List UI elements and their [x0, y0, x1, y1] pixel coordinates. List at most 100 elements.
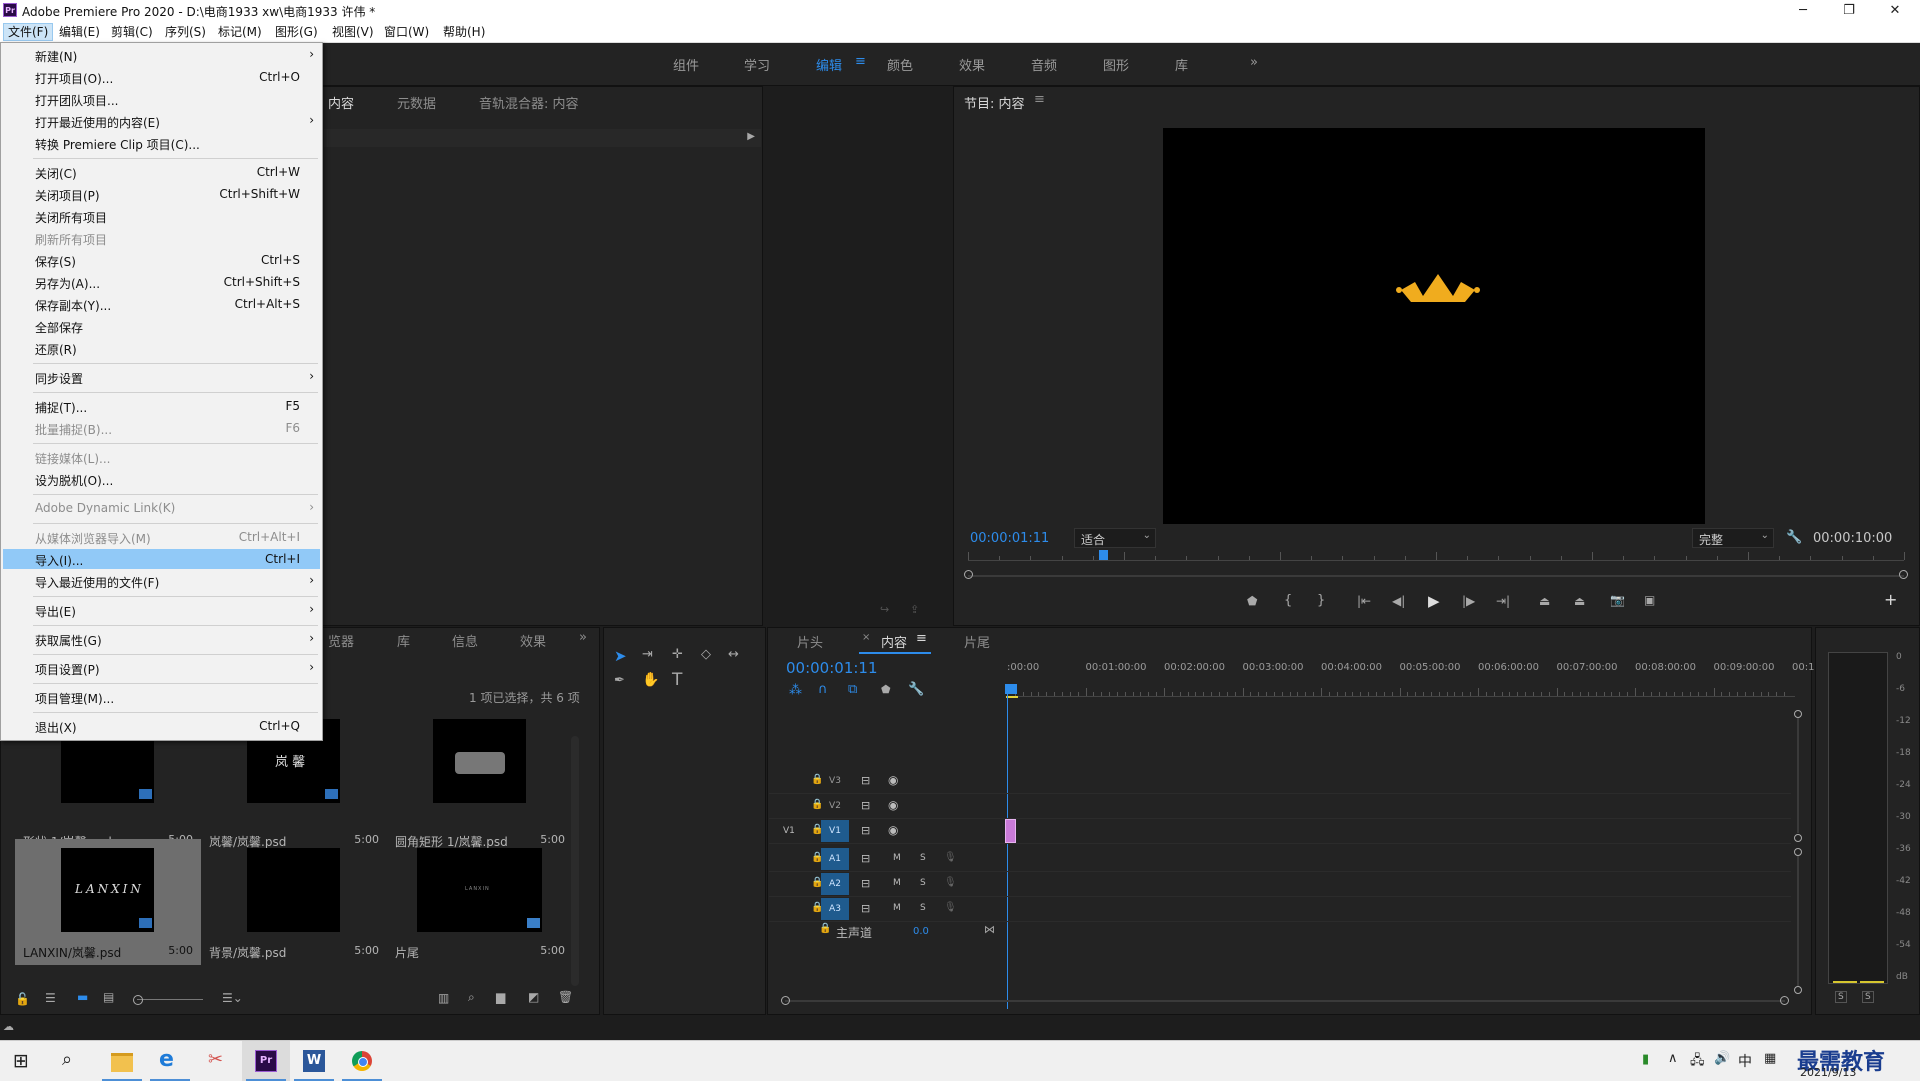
file-menu-item[interactable]: 设为脱机(O)...: [3, 469, 320, 489]
sync-lock-icon[interactable]: ⊟: [861, 824, 870, 837]
track-target[interactable]: V3: [821, 770, 849, 792]
mute-button[interactable]: M: [893, 903, 901, 913]
file-menu-item[interactable]: Adobe Dynamic Link(K) ›: [3, 498, 320, 518]
file-menu-item[interactable]: 同步设置 ›: [3, 367, 320, 387]
program-playhead[interactable]: [1098, 550, 1108, 560]
scroll-handle[interactable]: [1794, 848, 1802, 856]
workspace-menu-icon[interactable]: ≡: [855, 54, 866, 69]
microphone-icon[interactable]: 🎙: [944, 877, 957, 888]
sync-lock-icon[interactable]: ⊟: [861, 852, 870, 865]
go-to-in-icon[interactable]: |⇤: [1357, 594, 1371, 608]
quality-dropdown[interactable]: 完整 ⌄: [1692, 528, 1774, 548]
sync-lock-icon[interactable]: ⊟: [861, 902, 870, 915]
sync-lock-icon[interactable]: ⊟: [861, 774, 870, 787]
timeline-vertical-scroll[interactable]: [1794, 710, 1802, 1010]
scroll-handle[interactable]: [1794, 834, 1802, 842]
master-volume-value[interactable]: 0.0: [913, 926, 929, 937]
snipping-tool-icon[interactable]: ✂: [194, 1041, 242, 1081]
file-menu-item[interactable]: 导入(I)... Ctrl+I: [3, 549, 320, 569]
tab-close-icon[interactable]: ×: [862, 632, 870, 643]
edge-icon[interactable]: e: [146, 1041, 194, 1081]
add-button-icon[interactable]: +: [1884, 590, 1897, 609]
file-menu-item[interactable]: 还原(R): [3, 338, 320, 358]
type-tool-icon[interactable]: T: [672, 670, 682, 690]
solo-left-button[interactable]: S: [1835, 991, 1847, 1003]
tab-libraries[interactable]: 库: [397, 631, 410, 650]
menu-graphics[interactable]: 图形(G): [271, 24, 322, 40]
new-item-icon[interactable]: ◩: [528, 990, 539, 1004]
source-patch[interactable]: V1: [783, 826, 795, 836]
workspace-libraries[interactable]: 库: [1175, 55, 1188, 74]
wrench-icon[interactable]: 🔧: [1786, 530, 1802, 545]
icon-view-icon[interactable]: ▬: [77, 990, 88, 1004]
file-menu-item[interactable]: 导出(E) ›: [3, 600, 320, 620]
tab-audio-track-mixer[interactable]: 音轨混合器: 内容: [479, 93, 579, 112]
tab-media-browser[interactable]: 览器: [328, 631, 354, 650]
selection-tool-icon[interactable]: ➤: [614, 647, 627, 665]
trash-icon[interactable]: 🗑: [558, 990, 573, 1004]
mark-out-icon[interactable]: }: [1317, 593, 1325, 608]
program-time-ruler[interactable]: [968, 550, 1905, 564]
file-explorer-icon[interactable]: [98, 1041, 146, 1081]
file-menu-item[interactable]: 保存副本(Y)... Ctrl+Alt+S: [3, 294, 320, 314]
file-menu-item[interactable]: 退出(X) Ctrl+Q: [3, 716, 320, 736]
mark-in-icon[interactable]: {: [1284, 593, 1292, 608]
source-insert-icon[interactable]: ↪: [880, 603, 889, 616]
menu-view[interactable]: 视图(V): [328, 24, 378, 40]
add-marker-icon[interactable]: ⬟: [881, 683, 891, 696]
zoom-scrollbar[interactable]: [964, 570, 1908, 579]
track-target[interactable]: A3: [821, 898, 849, 920]
premiere-taskbar-icon[interactable]: Pr: [242, 1041, 290, 1081]
workspace-editing[interactable]: 编辑: [816, 55, 842, 74]
workspace-assembly[interactable]: 组件: [673, 55, 699, 74]
menu-window[interactable]: 窗口(W): [380, 24, 433, 40]
menu-help[interactable]: 帮助(H): [439, 24, 489, 40]
project-item-selected[interactable]: LANXIN LANXIN/岚馨.psd 5:00: [15, 839, 201, 965]
menu-file[interactable]: 文件(F): [3, 23, 54, 41]
extract-icon[interactable]: ⏏: [1574, 594, 1585, 608]
panel-expand-icon[interactable]: ▶: [747, 131, 755, 142]
lock-icon[interactable]: 🔓: [15, 992, 30, 1006]
track-target[interactable]: V1: [821, 820, 849, 842]
project-item[interactable]: LANXIN 片尾 5:00: [387, 848, 573, 984]
source-export-icon[interactable]: ⇪: [910, 603, 919, 616]
network-icon[interactable]: 🖧: [1690, 1051, 1705, 1073]
workspace-effects[interactable]: 效果: [959, 55, 985, 74]
snap-icon[interactable]: ∩: [818, 682, 828, 697]
play-icon[interactable]: ▶: [1428, 592, 1440, 610]
step-back-icon[interactable]: ◀|: [1392, 594, 1405, 608]
go-to-out-icon[interactable]: ⇥|: [1496, 594, 1510, 608]
panel-more-icon[interactable]: »: [579, 630, 587, 645]
volume-icon[interactable]: 🔊: [1714, 1051, 1730, 1066]
project-item[interactable]: 圆角矩形 1/岚馨.psd 5:00: [387, 719, 573, 855]
file-menu-item[interactable]: 捕捉(T)... F5: [3, 396, 320, 416]
menu-marker[interactable]: 标记(M): [214, 24, 266, 40]
scroll-handle[interactable]: [1794, 986, 1802, 994]
step-forward-icon[interactable]: |▶: [1462, 594, 1475, 608]
scroll-handle[interactable]: [1794, 710, 1802, 718]
hand-tool-icon[interactable]: ✋: [642, 672, 659, 688]
go-to-end-icon[interactable]: ⋈: [984, 923, 995, 936]
timeline-playhead-handle[interactable]: [1005, 684, 1017, 694]
solo-right-button[interactable]: S: [1862, 991, 1874, 1003]
new-bin-icon[interactable]: ▆: [496, 990, 505, 1004]
project-item[interactable]: 背景/岚馨.psd 5:00: [201, 848, 387, 984]
workspace-more-icon[interactable]: »: [1250, 55, 1258, 70]
camera-icon[interactable]: 📷: [1610, 593, 1625, 607]
file-menu-item[interactable]: 批量捕捉(B)... F6: [3, 418, 320, 438]
zoom-slider-handle[interactable]: [133, 995, 143, 1005]
program-monitor-title[interactable]: 节目: 内容: [964, 93, 1025, 112]
pen-tool-icon[interactable]: ✒: [614, 673, 625, 688]
keyboard-layout-icon[interactable]: ▦: [1764, 1051, 1776, 1066]
panel-menu-icon[interactable]: ≡: [1034, 92, 1045, 107]
scroll-handle[interactable]: [1780, 996, 1789, 1005]
minimize-icon[interactable]: ─: [1780, 0, 1826, 22]
lock-icon[interactable]: 🔒: [819, 923, 831, 934]
menu-edit[interactable]: 编辑(E): [55, 24, 104, 40]
menu-sequence[interactable]: 序列(S): [161, 24, 210, 40]
mute-button[interactable]: M: [893, 853, 901, 863]
file-menu-item[interactable]: 新建(N) ›: [3, 45, 320, 65]
file-menu-item[interactable]: 另存为(A)... Ctrl+Shift+S: [3, 272, 320, 292]
solo-button[interactable]: S: [920, 853, 926, 863]
microphone-icon[interactable]: 🎙: [944, 902, 957, 913]
